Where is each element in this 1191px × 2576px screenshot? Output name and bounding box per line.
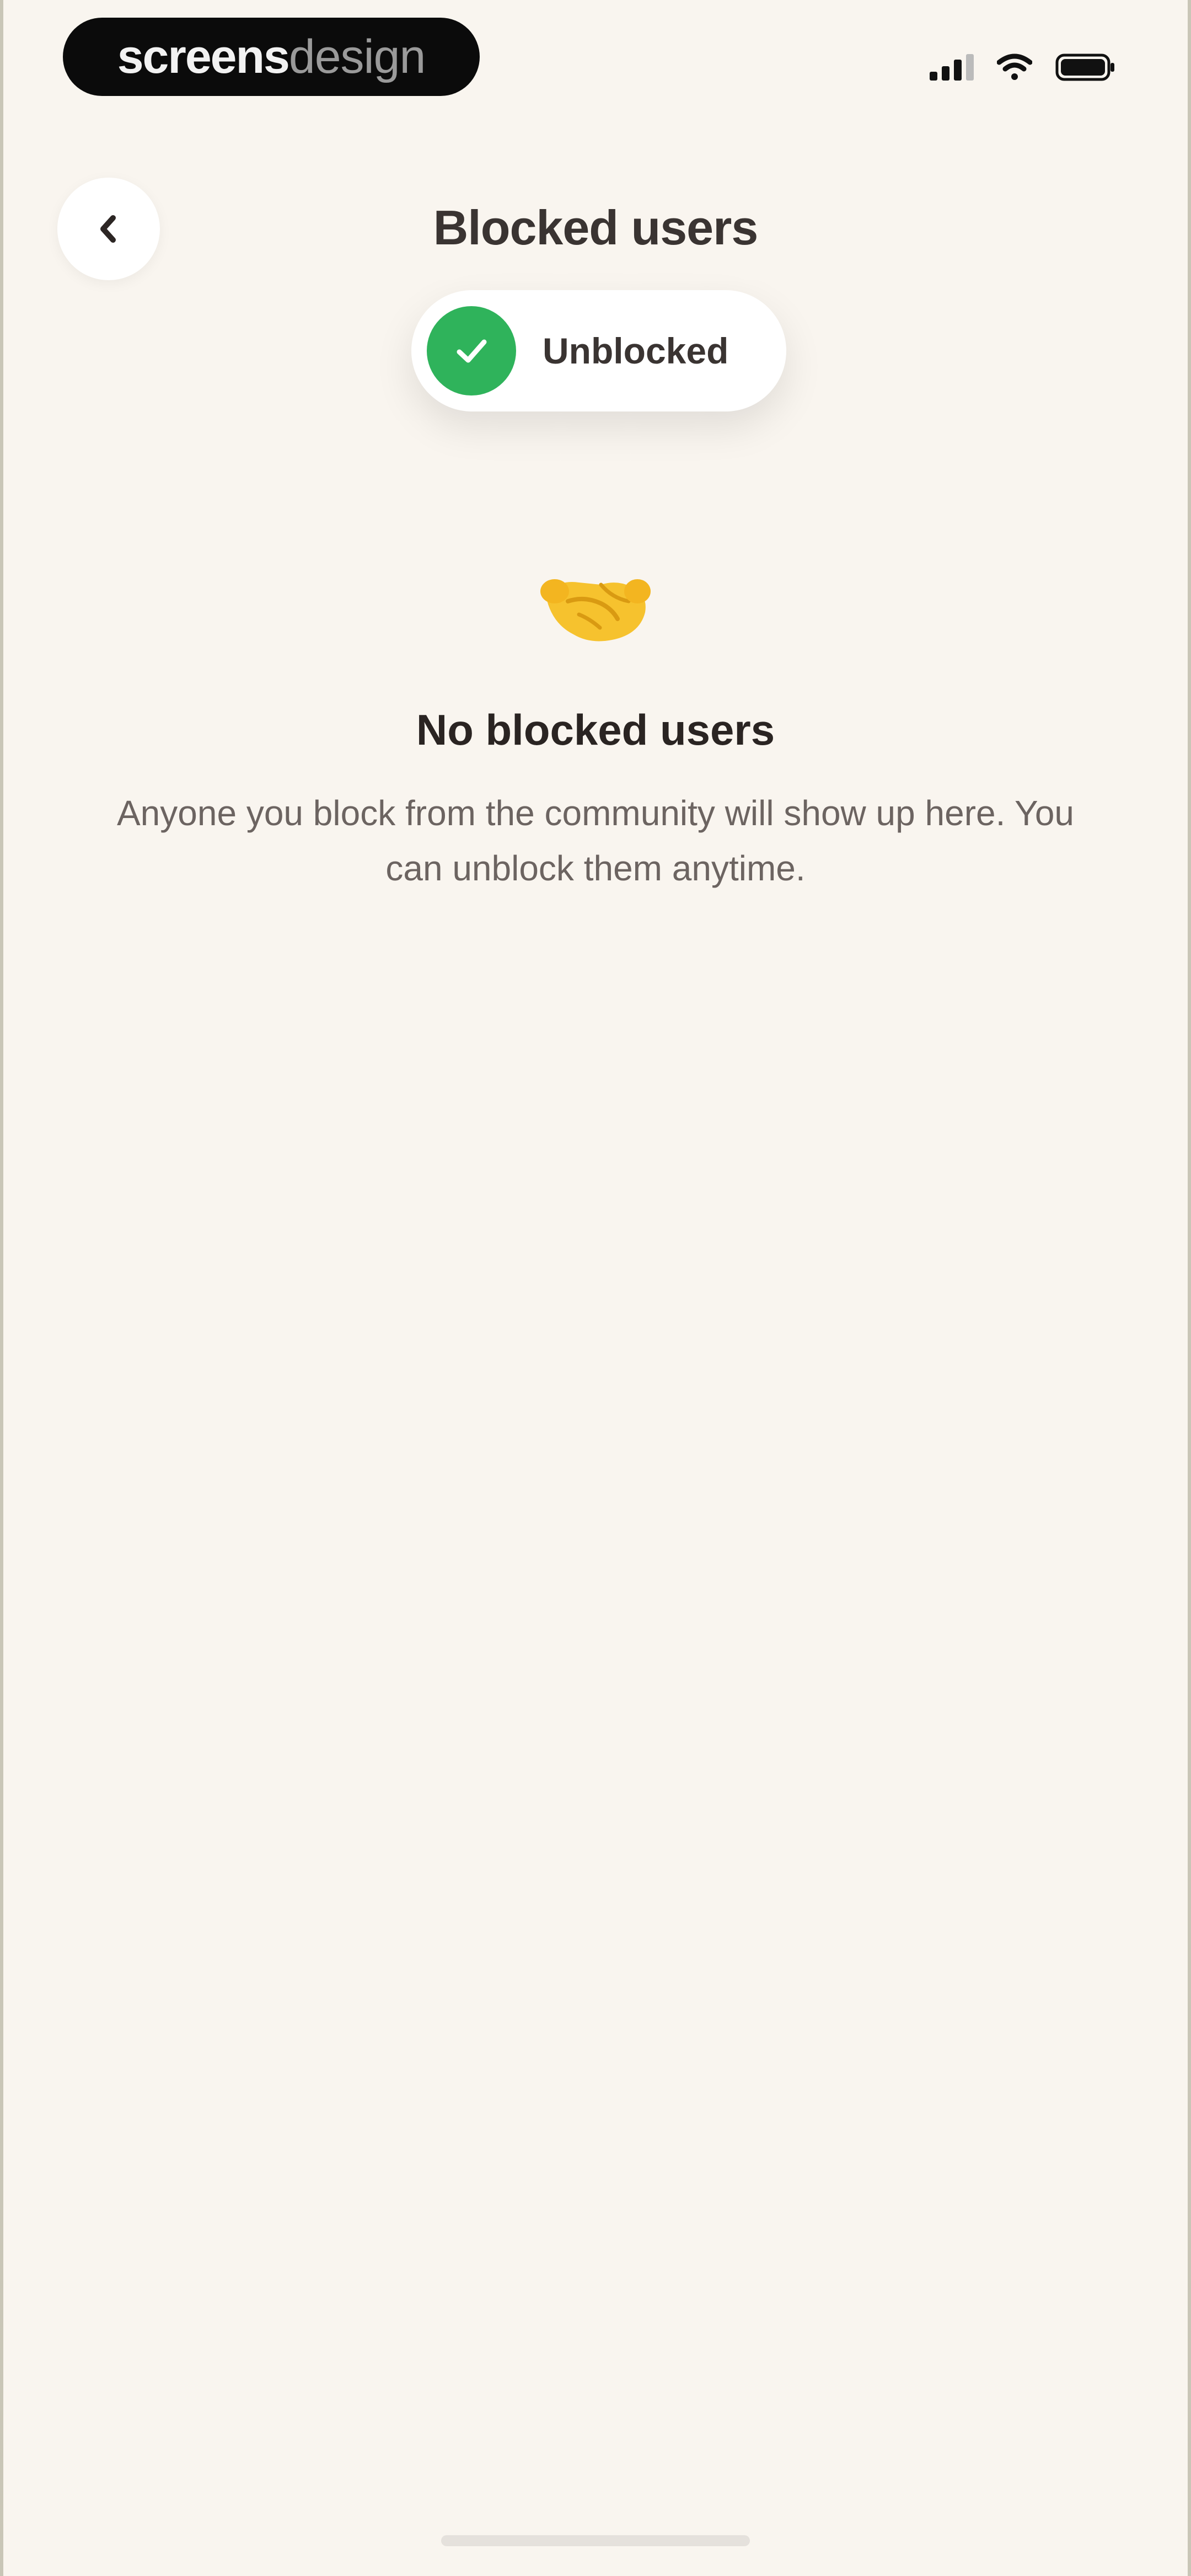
brand-name-bold: screens — [117, 30, 290, 83]
signal-icon — [930, 54, 974, 81]
toast-label: Unblocked — [543, 330, 729, 371]
page-title: Blocked users — [433, 200, 759, 255]
empty-state-description: Anyone you block from the community will… — [116, 793, 1075, 888]
handshake-icon — [535, 557, 656, 656]
home-indicator — [441, 2535, 750, 2546]
empty-state-title: No blocked users — [416, 706, 775, 754]
unblocked-toast: Unblocked — [411, 290, 786, 411]
blocked-users-screen: screens design Blocked users Unblocked N… — [3, 0, 1188, 2576]
wifi-icon — [997, 54, 1032, 81]
brand-name-light: design — [288, 30, 426, 83]
battery-icon — [1055, 52, 1116, 82]
brand-badge: screens design — [63, 18, 480, 96]
status-icons — [930, 51, 1116, 84]
check-icon — [427, 306, 516, 396]
